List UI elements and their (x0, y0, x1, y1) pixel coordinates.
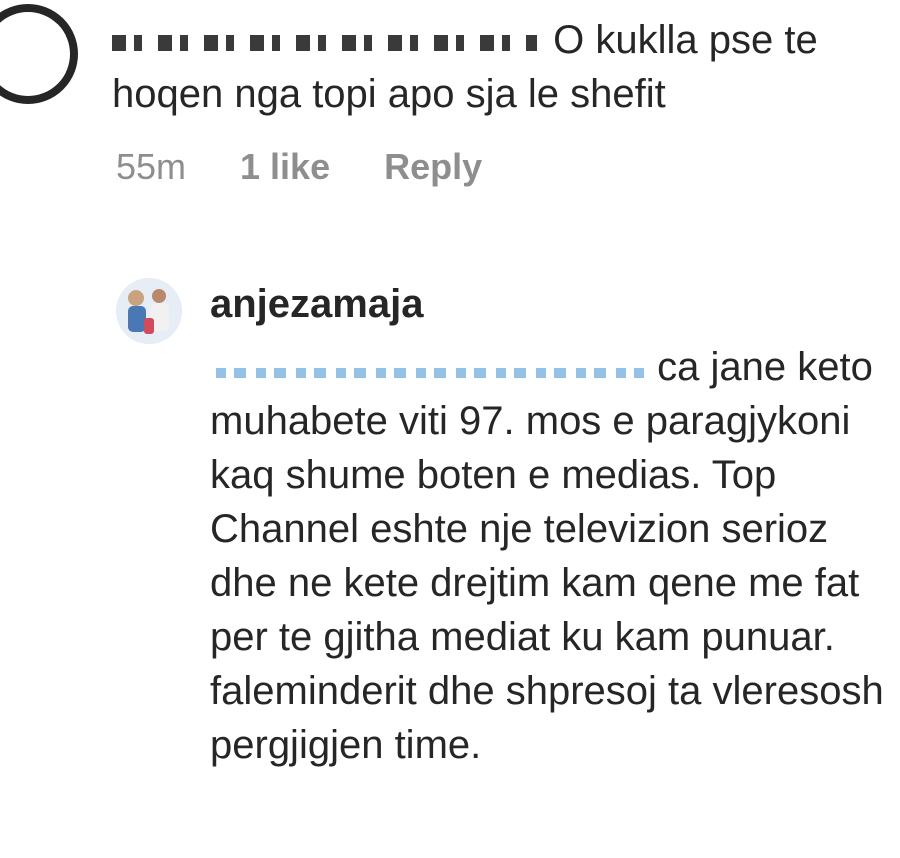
avatar-redaction (6, 24, 66, 84)
redaction-mark (216, 368, 644, 378)
reply-button[interactable]: Reply (384, 146, 482, 188)
commenter-avatar[interactable] (0, 4, 78, 104)
avatar-photo-icon (116, 278, 182, 344)
reply-avatar[interactable] (116, 278, 182, 344)
comment-likes[interactable]: 1 like (240, 146, 330, 188)
mention-username-redacted[interactable] (210, 340, 646, 380)
comment-text: O kuklla pse te hoqen nga topi apo sja l… (112, 13, 892, 121)
reply-body: ca jane keto muhabete viti 97. mos e par… (210, 345, 884, 767)
reply-text: ca jane keto muhabete viti 97. mos e par… (210, 340, 890, 772)
comment-meta: 55m 1 like Reply (116, 146, 482, 188)
reply-username[interactable]: anjezamaja (210, 282, 423, 327)
commenter-username-redacted[interactable] (112, 13, 542, 53)
comment-time: 55m (116, 146, 187, 187)
redaction-mark (112, 35, 537, 51)
